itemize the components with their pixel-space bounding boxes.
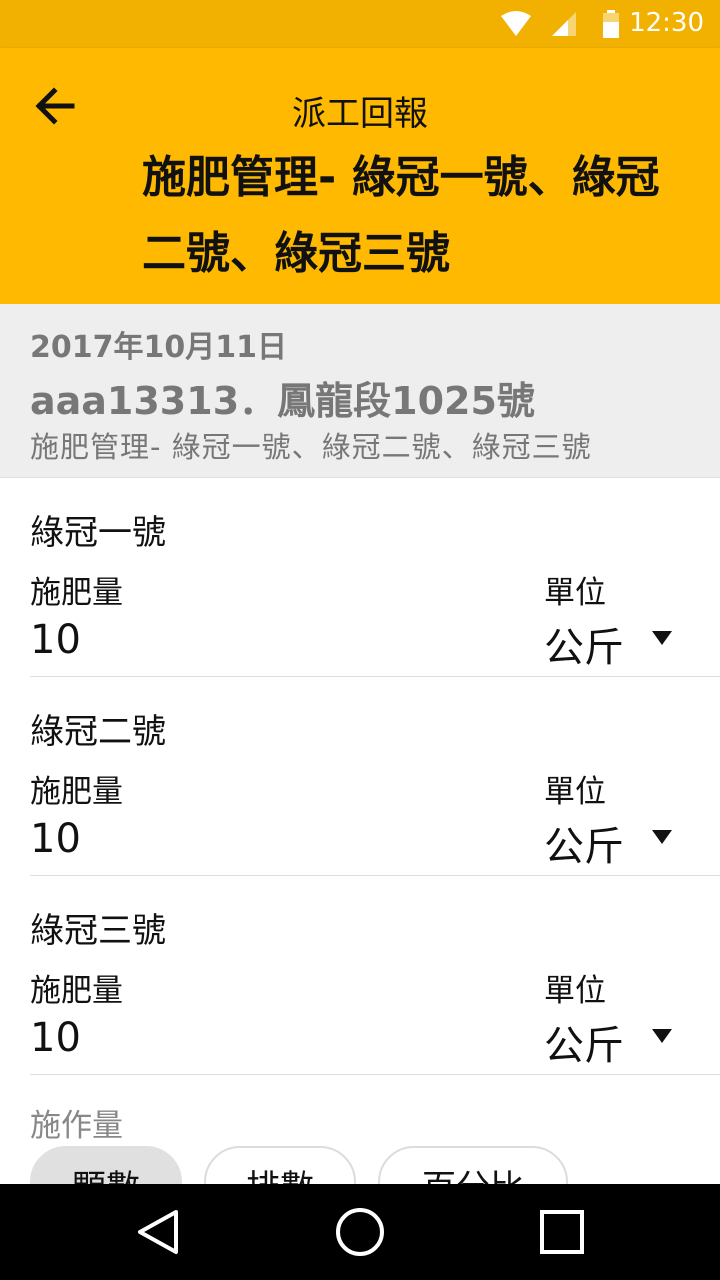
wifi-icon (501, 11, 531, 36)
dropdown-arrow-icon (652, 1029, 672, 1043)
task-info-header: 2017年10月11日 aaa13313．鳳龍段1025號 施肥管理- 綠冠一號… (0, 304, 720, 478)
battery-icon (603, 10, 619, 38)
task-date: 2017年10月11日 (30, 330, 287, 365)
unit-label: 單位 (544, 575, 606, 611)
task-plot: aaa13313．鳳龍段1025號 (30, 379, 535, 423)
unit-value: 公斤 (544, 625, 624, 671)
unit-label: 單位 (544, 973, 606, 1009)
entry-name: 綠冠一號 (30, 513, 166, 553)
dropdown-arrow-icon (652, 631, 672, 645)
amount-label: 施肥量 (30, 575, 123, 611)
home-circle-icon[interactable] (332, 1204, 388, 1260)
fertilizer-entry: 綠冠二號 施肥量 10 單位 公斤 (30, 678, 720, 876)
unit-dropdown[interactable]: 公斤 (544, 615, 694, 671)
amount-label: 施肥量 (30, 774, 123, 810)
entry-name: 綠冠二號 (30, 712, 166, 752)
unit-dropdown[interactable]: 公斤 (544, 1013, 694, 1069)
unit-label: 單位 (544, 774, 606, 810)
unit-value: 公斤 (544, 824, 624, 870)
page-title: 派工回報 (292, 94, 428, 134)
fertilizer-entry: 綠冠一號 施肥量 10 單位 公斤 (30, 479, 720, 677)
fertilizer-entry: 綠冠三號 施肥量 10 單位 公斤 (30, 877, 720, 1075)
signal-icon (552, 12, 576, 36)
clock: 12:30 (629, 8, 704, 38)
back-triangle-icon[interactable] (130, 1204, 186, 1260)
recents-square-icon[interactable] (534, 1204, 590, 1260)
work-amount-label: 施作量 (30, 1108, 123, 1144)
amount-input[interactable]: 10 (30, 816, 81, 862)
unit-value: 公斤 (544, 1023, 624, 1069)
page-subtitle: 施肥管理- 綠冠一號、綠冠二號、綠冠三號 (142, 152, 660, 279)
unit-dropdown[interactable]: 公斤 (544, 814, 694, 870)
navigation-bar (0, 1184, 720, 1280)
amount-input[interactable]: 10 (30, 617, 81, 663)
dropdown-arrow-icon (652, 830, 672, 844)
entry-name: 綠冠三號 (30, 911, 166, 951)
amount-label: 施肥量 (30, 973, 123, 1009)
task-description: 施肥管理- 綠冠一號、綠冠二號、綠冠三號 (30, 430, 592, 464)
amount-input[interactable]: 10 (30, 1015, 81, 1061)
app-bar: 派工回報 施肥管理- 綠冠一號、綠冠二號、綠冠三號 (0, 48, 720, 304)
status-bar: 12:30 (0, 0, 720, 48)
